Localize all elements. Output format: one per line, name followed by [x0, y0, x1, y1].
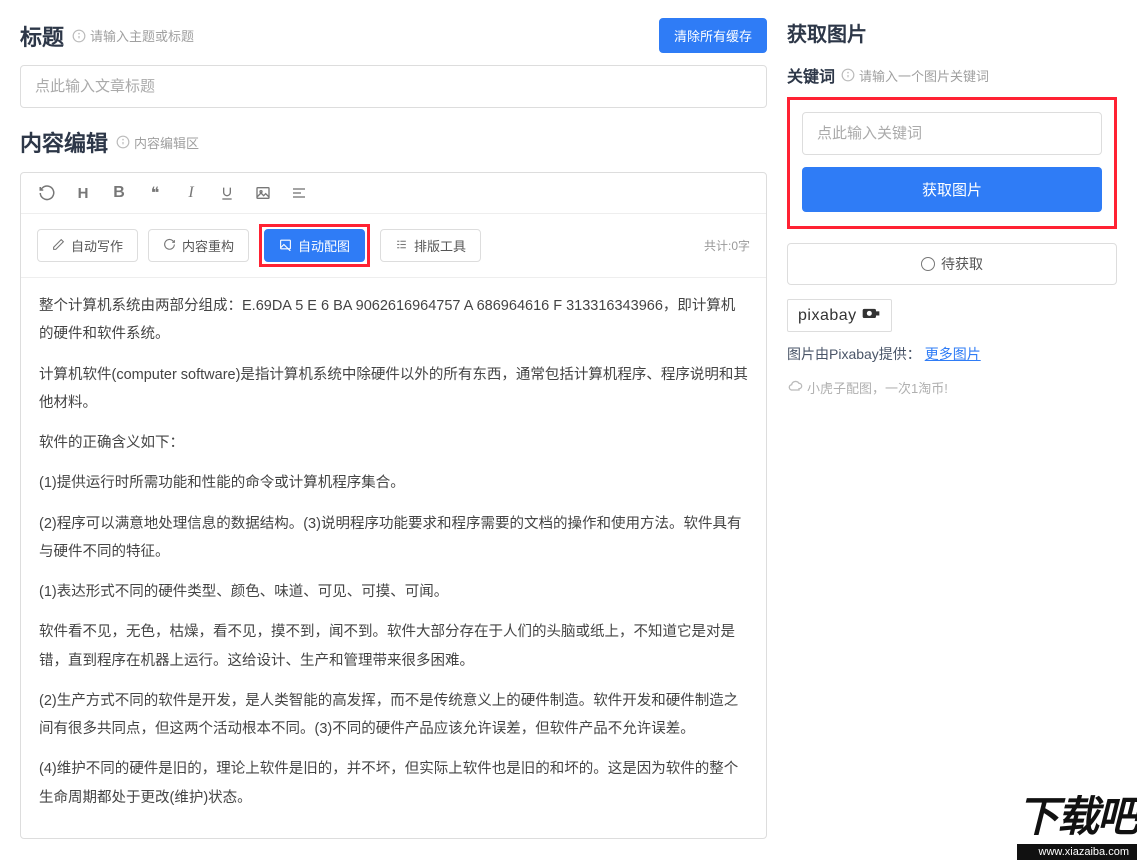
- underline-button[interactable]: [217, 185, 237, 201]
- paragraph: (4)维护不同的硬件是旧的，理论上软件是旧的，并不坏，但实际上软件也是旧的和坏的…: [39, 755, 748, 812]
- paragraph: 软件的正确含义如下：: [39, 429, 748, 457]
- footer-hint: 小虎子配图，一次1淘币!: [787, 378, 1117, 397]
- pending-button[interactable]: 待获取: [787, 243, 1117, 285]
- circle-icon: [921, 257, 935, 271]
- layout-tool-button[interactable]: 排版工具: [380, 229, 481, 262]
- pencil-icon: [52, 238, 65, 254]
- italic-button[interactable]: I: [181, 184, 201, 202]
- pixabay-badge: pixabay: [787, 299, 892, 332]
- auto-image-button[interactable]: 自动配图: [264, 229, 365, 262]
- auto-write-button[interactable]: 自动写作: [37, 229, 138, 262]
- format-toolbar: H B ❝ I: [21, 173, 766, 214]
- keyword-hint: 请输入一个图片关键词: [841, 66, 989, 85]
- paragraph: 整个计算机系统由两部分组成：E.69DA 5 E 6 BA 9062616964…: [39, 292, 748, 349]
- quote-button[interactable]: ❝: [145, 183, 165, 203]
- restructure-button[interactable]: 内容重构: [148, 229, 249, 262]
- cloud-icon: [787, 380, 803, 395]
- watermark-text: 下载吧: [1017, 783, 1137, 844]
- keyword-input[interactable]: [802, 112, 1102, 155]
- info-icon: [116, 135, 130, 149]
- info-icon: [841, 68, 855, 82]
- image-icon: [279, 238, 292, 254]
- content-header: 内容编辑 内容编辑区: [20, 126, 767, 158]
- image-button[interactable]: [253, 185, 273, 201]
- credit-row: 图片由Pixabay提供： 更多图片: [787, 344, 1117, 364]
- paragraph: (1)表达形式不同的硬件类型、颜色、味道、可见、可摸、可闻。: [39, 578, 748, 606]
- camera-icon: [861, 306, 881, 325]
- watermark-url: www.xiazaiba.com: [1017, 844, 1137, 860]
- editor-container: H B ❝ I: [20, 172, 767, 839]
- title-input[interactable]: [20, 65, 767, 108]
- fetch-image-button[interactable]: 获取图片: [802, 167, 1102, 212]
- highlight-auto-image: 自动配图: [259, 224, 370, 267]
- editor-body[interactable]: 整个计算机系统由两部分组成：E.69DA 5 E 6 BA 9062616964…: [21, 278, 766, 838]
- refresh-icon: [163, 238, 176, 254]
- image-panel-title: 获取图片: [787, 18, 1117, 47]
- keyword-label: 关键词: [787, 63, 835, 87]
- undo-icon[interactable]: [37, 184, 57, 202]
- clear-cache-button[interactable]: 清除所有缓存: [659, 18, 767, 53]
- watermark: 下载吧 www.xiazaiba.com: [1017, 783, 1137, 860]
- highlight-keyword-box: 获取图片: [787, 97, 1117, 229]
- char-count: 共计:0字: [704, 237, 750, 254]
- layout-icon: [395, 238, 408, 254]
- paragraph: 软件看不见，无色，枯燥，看不见，摸不到，闻不到。软件大部分存在于人们的头脑或纸上…: [39, 618, 748, 675]
- info-icon: [72, 29, 86, 43]
- title-header: 标题 请输入主题或标题 清除所有缓存: [20, 18, 767, 53]
- content-label: 内容编辑: [20, 126, 108, 158]
- paragraph: (2)程序可以满意地处理信息的数据结构。(3)说明程序功能要求和程序需要的文档的…: [39, 510, 748, 567]
- keyword-row: 关键词 请输入一个图片关键词: [787, 63, 1117, 87]
- more-images-link[interactable]: 更多图片: [925, 346, 981, 362]
- paragraph: (1)提供运行时所需功能和性能的命令或计算机程序集合。: [39, 469, 748, 497]
- content-hint: 内容编辑区: [116, 133, 199, 152]
- action-toolbar: 自动写作 内容重构 自动配图: [21, 214, 766, 278]
- bold-button[interactable]: B: [109, 184, 129, 202]
- paragraph: (2)生产方式不同的软件是开发，是人类智能的高发挥，而不是传统意义上的硬件制造。…: [39, 687, 748, 744]
- align-button[interactable]: [289, 185, 309, 201]
- title-label: 标题: [20, 20, 64, 52]
- heading-button[interactable]: H: [73, 185, 93, 202]
- title-hint: 请输入主题或标题: [72, 26, 194, 45]
- paragraph: 计算机软件(computer software)是指计算机系统中除硬件以外的所有…: [39, 361, 748, 418]
